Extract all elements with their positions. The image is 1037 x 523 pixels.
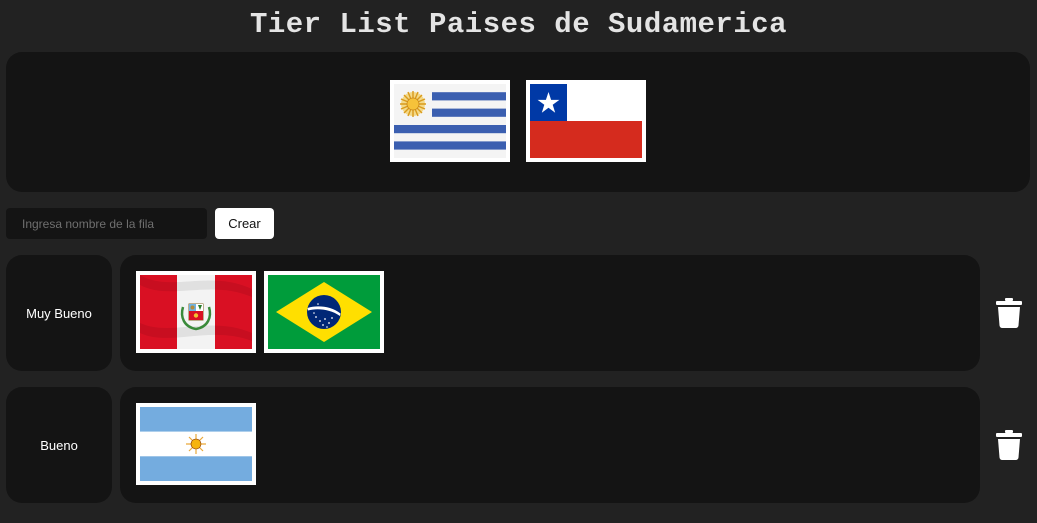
row-name-input[interactable] [6,208,207,239]
peru-flag-icon [140,275,252,349]
tier-label-text: Bueno [40,437,78,453]
flag-card-chile[interactable] [526,80,646,162]
flag-card-argentina[interactable] [136,403,256,485]
delete-row-muy-bueno-button[interactable] [996,298,1022,328]
chile-flag-icon [530,84,642,158]
tier-label-muy-bueno: Muy Bueno [6,255,112,371]
trash-icon [996,430,1022,460]
flag-card-peru[interactable] [136,271,256,353]
unranked-pool[interactable] [6,52,1030,192]
uruguay-flag-icon [394,84,506,158]
brazil-flag-icon [268,275,380,349]
create-row-button[interactable]: Crear [215,208,274,239]
tier-list-page: Tier List Paises de Sudamerica Ingresa n… [0,0,1037,523]
tier-label-text: Muy Bueno [26,305,92,321]
tier-dropzone-muy-bueno[interactable] [120,255,980,371]
flag-card-brazil[interactable] [264,271,384,353]
tier-dropzone-bueno[interactable] [120,387,980,503]
flag-card-uruguay[interactable] [390,80,510,162]
page-title: Tier List Paises de Sudamerica [249,8,788,41]
trash-icon [996,298,1022,328]
argentina-flag-icon [140,407,252,481]
tier-label-bueno: Bueno [6,387,112,503]
delete-row-bueno-button[interactable] [996,430,1022,460]
